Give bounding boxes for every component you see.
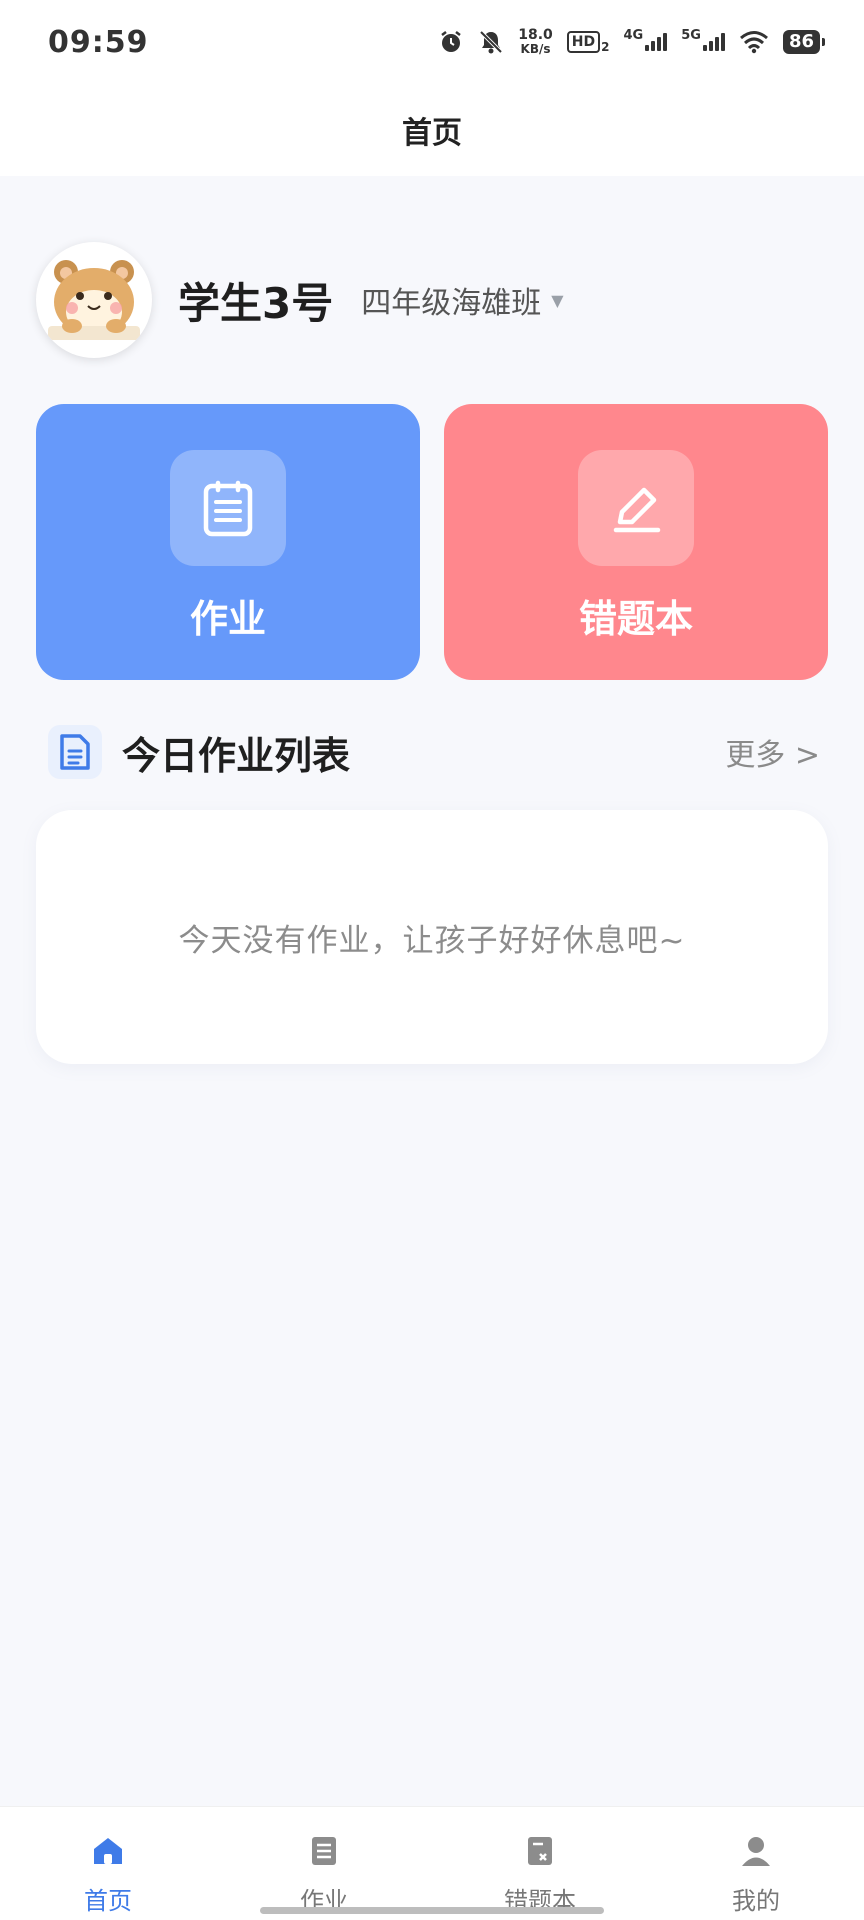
net-speed-value: 18.0 (518, 27, 553, 43)
triangle-down-icon[interactable]: ▼ (551, 291, 563, 310)
status-time: 09:59 (48, 24, 149, 60)
today-homework-header: 今日作业列表 更多 > (48, 724, 820, 780)
hd-label: HD (566, 31, 601, 53)
wrong-book-icon (520, 1831, 560, 1871)
hamster-avatar-icon (40, 246, 148, 354)
net-speed-unit: KB/s (520, 42, 551, 56)
wrong-book-card[interactable]: 错题本 (444, 404, 828, 680)
signal-4g: 4G (624, 28, 668, 51)
network-5g-label: 5G (681, 28, 701, 43)
bottom-nav: 首页 作业 错题本 我的 (0, 1806, 864, 1920)
clipboard-icon (203, 480, 253, 537)
card-icon-box (578, 450, 694, 566)
mute-icon (478, 29, 504, 55)
network-4g-label: 4G (623, 28, 644, 43)
nav-label-home: 首页 (84, 1887, 132, 1915)
nav-item-home[interactable]: 首页 (0, 1807, 216, 1920)
card-icon-box (170, 450, 286, 566)
status-icons: 18.0 KB/s HD 2 4G 5G 86 (438, 28, 826, 56)
battery-indicator: 86 (782, 30, 826, 54)
user-icon (736, 1831, 776, 1871)
wrong-book-card-label: 错题本 (578, 597, 693, 641)
homework-card-label: 作业 (189, 597, 266, 641)
section-title: 今日作业列表 (122, 733, 351, 778)
status-bar: 09:59 18.0 KB/s HD 2 4G 5G 86 (0, 0, 864, 84)
wifi-icon (739, 30, 769, 54)
homework-icon (304, 1831, 344, 1871)
nav-label-mine: 我的 (732, 1887, 780, 1915)
hd-sub: 2 (601, 40, 610, 54)
homework-list-card: 今天没有作业，让孩子好好休息吧~ (36, 810, 828, 1064)
nav-item-homework[interactable]: 作业 (216, 1807, 432, 1920)
student-profile: 学生3号 四年级海雄班 ▼ (36, 242, 564, 358)
home-icon (88, 1831, 128, 1871)
signal-5g: 5G (681, 28, 725, 51)
avatar[interactable] (36, 242, 152, 358)
app-screen: 09:59 18.0 KB/s HD 2 4G 5G 86 首页 学生3号 四年… (0, 0, 864, 1920)
hd-indicator: HD 2 (566, 30, 610, 54)
empty-message: 今天没有作业，让孩子好好休息吧~ (178, 922, 686, 959)
document-icon (48, 725, 102, 779)
signal-bars-icon (702, 33, 725, 51)
net-speed: 18.0 KB/s (518, 28, 553, 56)
student-name: 学生3号 (178, 278, 334, 328)
page-title: 首页 (402, 116, 462, 151)
more-link[interactable]: 更多 > (725, 730, 820, 774)
nav-item-wrong-book[interactable]: 错题本 (432, 1807, 648, 1920)
class-selector[interactable]: 四年级海雄班 (361, 278, 541, 322)
nav-item-mine[interactable]: 我的 (648, 1807, 864, 1920)
title-bar: 首页 (0, 84, 864, 176)
home-indicator[interactable] (260, 1907, 604, 1914)
homework-card[interactable]: 作业 (36, 404, 420, 680)
signal-bars-icon (645, 33, 668, 51)
alarm-icon (438, 29, 464, 55)
pencil-icon (613, 487, 661, 533)
